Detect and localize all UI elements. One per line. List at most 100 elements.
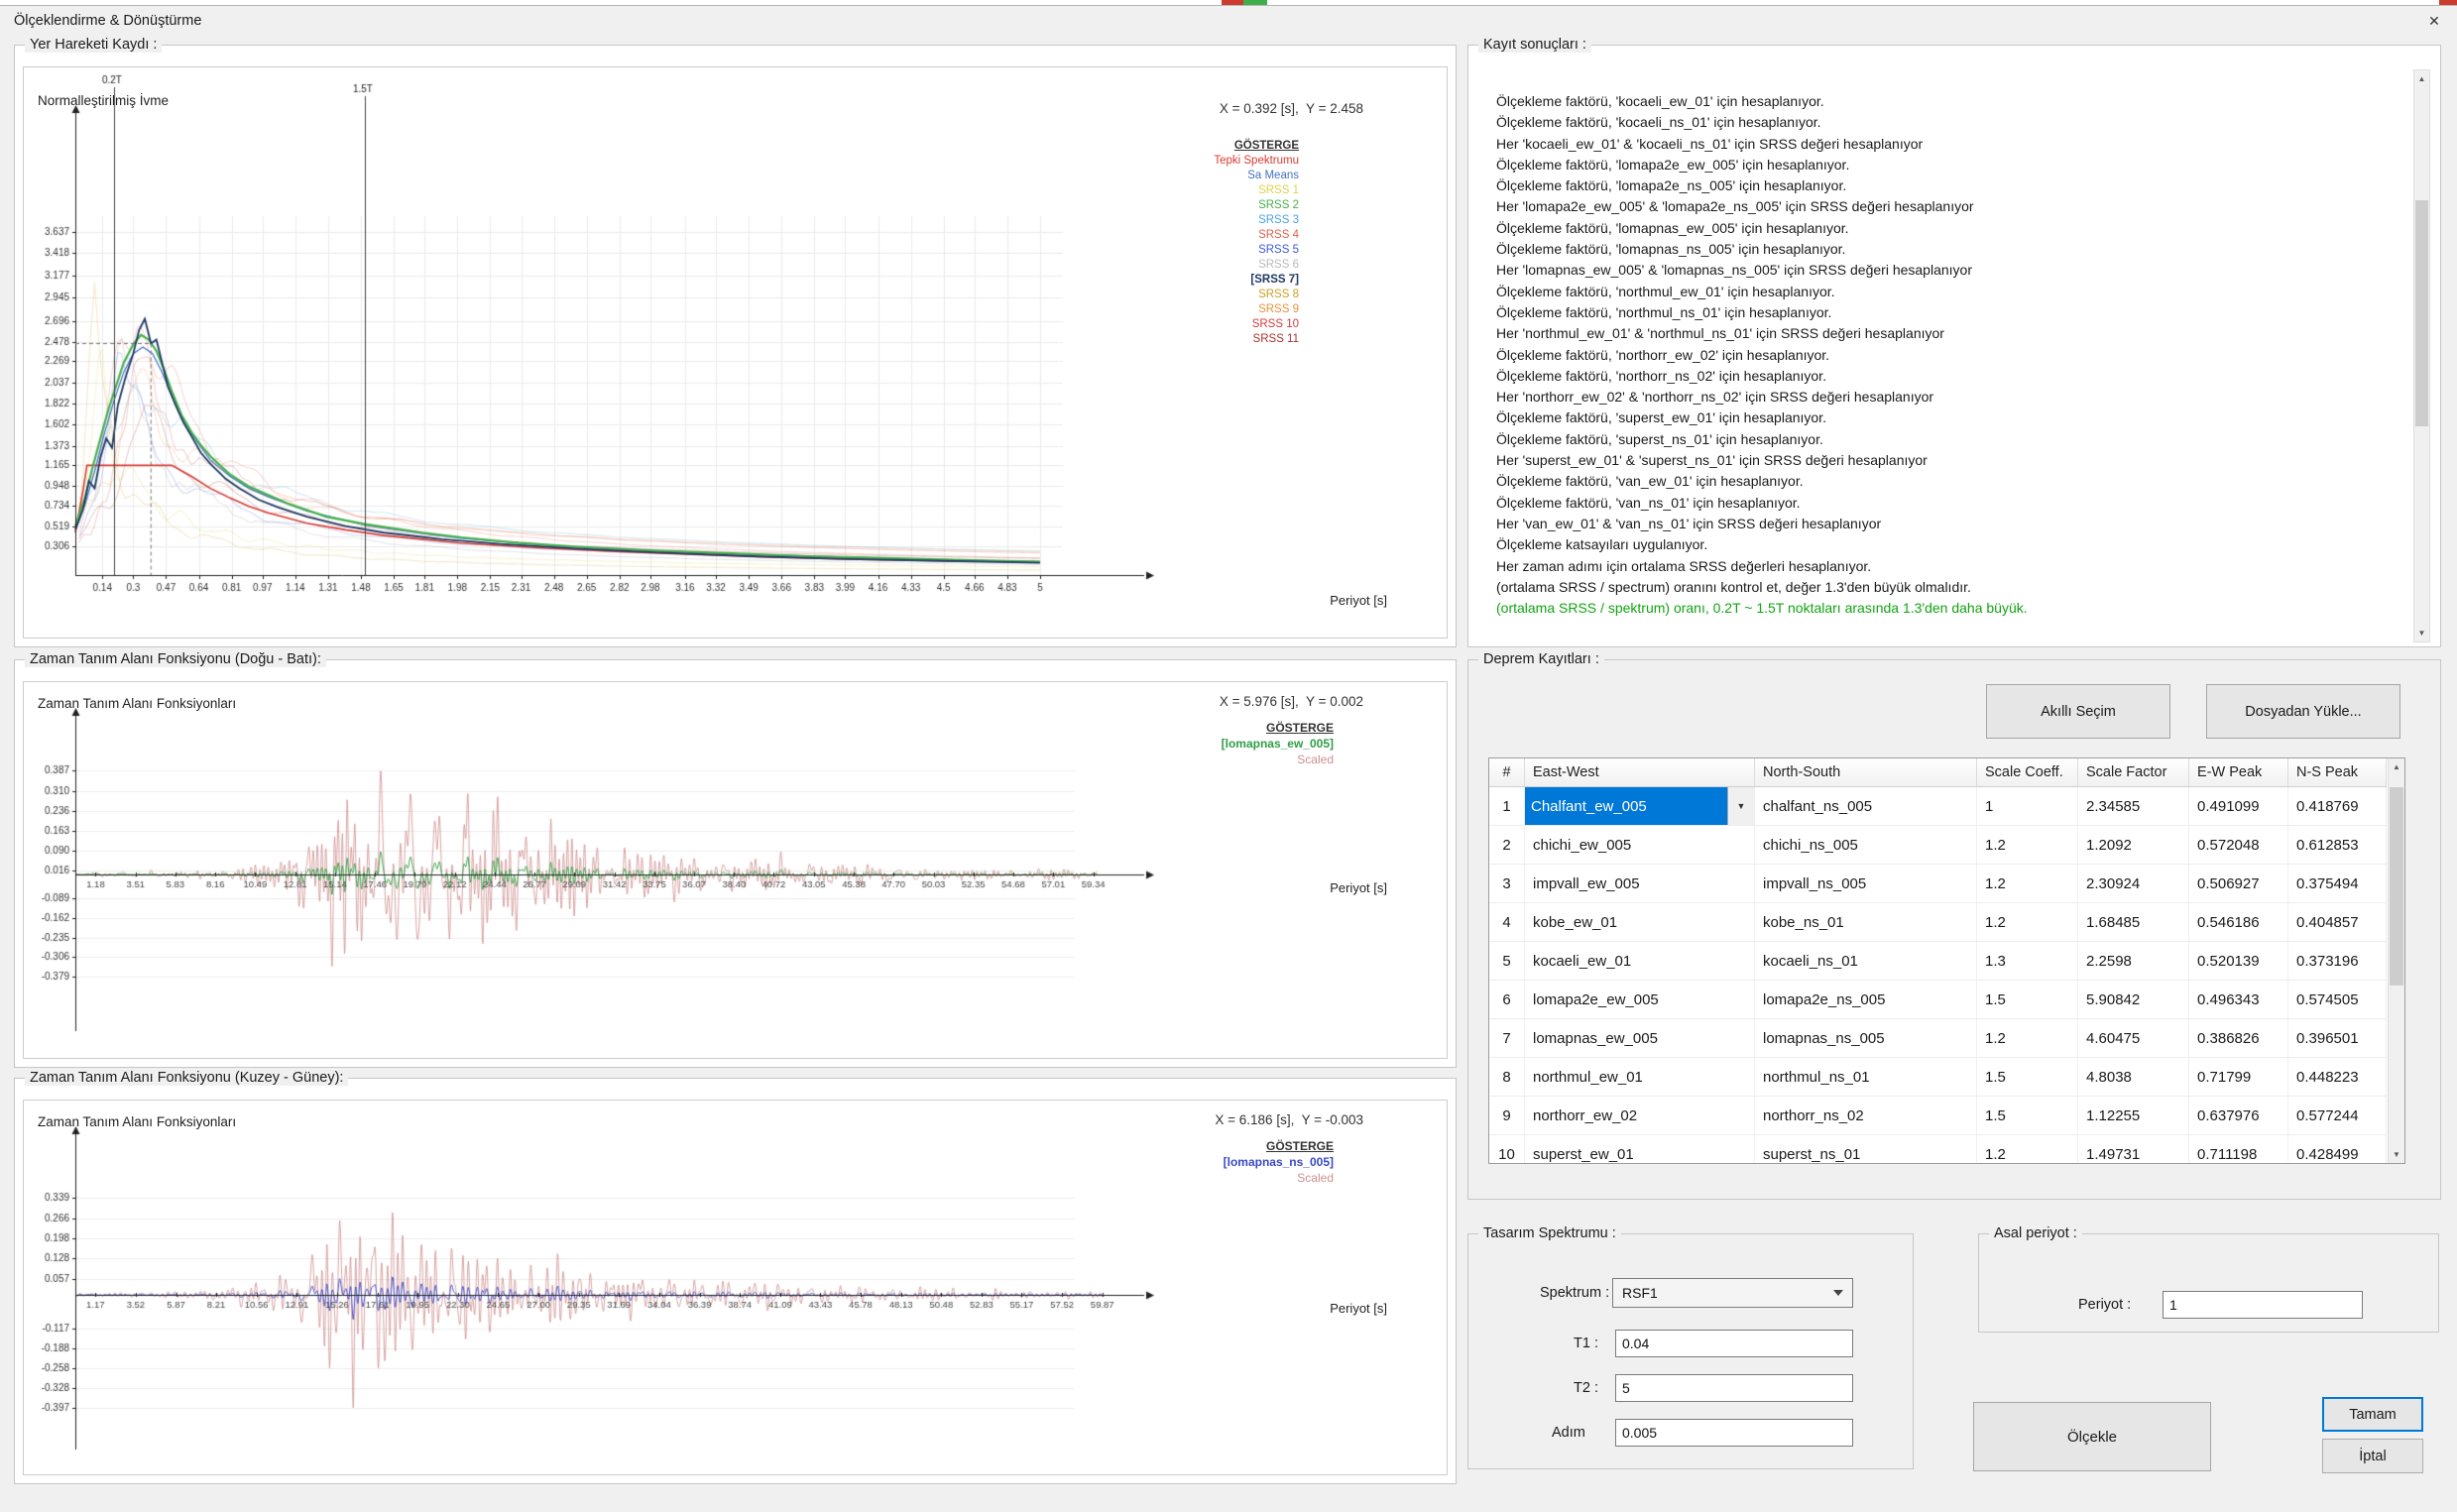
legend-entry[interactable]: SRSS 2	[1258, 198, 1299, 213]
cell-north-south[interactable]: superst_ns_01	[1755, 1135, 1977, 1163]
legend-entry[interactable]: SRSS 11	[1253, 332, 1299, 347]
smart-select-button[interactable]: Akıllı Seçim	[1986, 684, 2170, 739]
cell-east-west[interactable]: kobe_ew_01 ▼	[1525, 903, 1755, 941]
cell-scale-coeff[interactable]: 1.5	[1977, 1097, 2078, 1134]
cell-scale-coeff[interactable]: 1.2	[1977, 903, 2078, 941]
cell-ns-peak: 0.577244	[2288, 1097, 2387, 1134]
scroll-down-button[interactable]: ▼	[2389, 1146, 2404, 1163]
spectrum-select[interactable]: RSF1	[1612, 1278, 1853, 1308]
column-header[interactable]: E-W Peak	[2189, 758, 2288, 786]
cell-scale-factor: 4.60475	[2078, 1019, 2189, 1057]
close-button[interactable]: ✕	[2411, 6, 2457, 36]
log-group-title: Kayıt sonuçları :	[1478, 37, 1591, 53]
cell-east-west[interactable]: lomapnas_ew_005 ▼	[1525, 1019, 1755, 1057]
table-scrollbar[interactable]: ▲ ▼	[2388, 758, 2404, 1163]
cell-scale-coeff[interactable]: 1.2	[1977, 1019, 2078, 1057]
cancel-button[interactable]: İptal	[2322, 1439, 2423, 1473]
ok-button[interactable]: Tamam	[2322, 1397, 2423, 1432]
cell-scale-coeff[interactable]: 1.5	[1977, 981, 2078, 1018]
cell-east-west[interactable]: northmul_ew_01 ▼	[1525, 1058, 1755, 1096]
cell-north-south[interactable]: kocaeli_ns_01	[1755, 942, 1977, 980]
cell-scale-coeff[interactable]: 1.2	[1977, 865, 2078, 902]
column-header[interactable]: Scale Coeff.	[1977, 758, 2078, 786]
table-scrollbar-track[interactable]	[2389, 775, 2404, 1146]
scale-button[interactable]: Ölçekle	[1973, 1402, 2211, 1471]
scroll-up-button[interactable]: ▲	[2389, 758, 2404, 775]
legend-entry[interactable]: [lomapnas_ns_005]	[1224, 1154, 1334, 1170]
cell-north-south[interactable]: kobe_ns_01	[1755, 903, 1977, 941]
legend-entry[interactable]: SRSS 10	[1252, 317, 1299, 332]
log-scrollbar[interactable]: ▲ ▼	[2413, 69, 2430, 642]
cell-north-south[interactable]: lomapa2e_ns_005	[1755, 981, 1977, 1018]
table-row[interactable]: 8 northmul_ew_01 ▼ northmul_ns_01 1.5 4.…	[1489, 1058, 2387, 1097]
column-header[interactable]: N-S Peak	[2288, 758, 2387, 786]
cell-scale-coeff[interactable]: 1	[1977, 787, 2078, 825]
column-header[interactable]: North-South	[1755, 758, 1977, 786]
step-input[interactable]	[1615, 1419, 1853, 1447]
cell-scale-coeff[interactable]: 1.5	[1977, 1058, 2078, 1096]
cell-north-south[interactable]: northmul_ns_01	[1755, 1058, 1977, 1096]
cell-east-west[interactable]: kocaeli_ew_01 ▼	[1525, 942, 1755, 980]
cell-east-west[interactable]: impvall_ew_005 ▼	[1525, 865, 1755, 902]
log-list[interactable]: Ölçekleme faktörü, 'kocaeli_ew_01' için …	[1496, 91, 2397, 619]
log-scrollbar-thumb[interactable]	[2415, 200, 2428, 426]
t1-input[interactable]	[1615, 1330, 1853, 1357]
cell-north-south[interactable]: lomapnas_ns_005	[1755, 1019, 1977, 1057]
table-row[interactable]: 3 impvall_ew_005 ▼ impvall_ns_005 1.2 2.…	[1489, 865, 2387, 903]
cell-east-west-value: kobe_ew_01	[1533, 914, 1617, 931]
cell-scale-factor: 1.68485	[2078, 903, 2189, 941]
scroll-up-button[interactable]: ▲	[2414, 70, 2429, 87]
cell-east-west[interactable]: northorr_ew_02 ▼	[1525, 1097, 1755, 1134]
table-scrollbar-thumb[interactable]	[2390, 787, 2403, 986]
legend-entry[interactable]: SRSS 9	[1258, 302, 1299, 317]
cursor-readout: X = 6.186 [s], Y = -0.003	[1215, 1112, 1363, 1127]
log-scrollbar-track[interactable]	[2414, 87, 2429, 625]
legend-entry[interactable]: SRSS 8	[1258, 288, 1299, 302]
column-header[interactable]: #	[1489, 758, 1525, 786]
period-input[interactable]	[2163, 1291, 2363, 1319]
cell-north-south[interactable]: impvall_ns_005	[1755, 865, 1977, 902]
table-row[interactable]: 9 northorr_ew_02 ▼ northorr_ns_02 1.5 1.…	[1489, 1097, 2387, 1135]
cell-scale-coeff[interactable]: 1.3	[1977, 942, 2078, 980]
cell-scale-coeff[interactable]: 1.2	[1977, 1135, 2078, 1163]
table-row[interactable]: 1 Chalfant_ew_005 ▼ chalfant_ns_005 1 2.…	[1489, 787, 2387, 826]
legend-entry[interactable]: SRSS 3	[1258, 213, 1299, 228]
t2-input[interactable]	[1615, 1374, 1853, 1402]
cell-north-south[interactable]: chalfant_ns_005	[1755, 787, 1977, 825]
legend-entry[interactable]: SRSS 4	[1258, 228, 1299, 243]
cell-east-west[interactable]: Chalfant_ew_005 ▼	[1525, 787, 1755, 825]
cell-scale-coeff[interactable]: 1.2	[1977, 826, 2078, 864]
scroll-down-button[interactable]: ▼	[2414, 625, 2429, 641]
legend-entry[interactable]: SRSS 5	[1258, 243, 1299, 258]
table-row[interactable]: 5 kocaeli_ew_01 ▼ kocaeli_ns_01 1.3 2.25…	[1489, 942, 2387, 981]
table-row[interactable]: 10 superst_ew_01 ▼ superst_ns_01 1.2 1.4…	[1489, 1135, 2387, 1163]
load-from-file-button[interactable]: Dosyadan Yükle...	[2206, 684, 2400, 739]
cell-east-west[interactable]: superst_ew_01 ▼	[1525, 1135, 1755, 1163]
legend-entry[interactable]: SRSS 1	[1258, 183, 1299, 198]
table-row[interactable]: 2 chichi_ew_005 ▼ chichi_ns_005 1.2 1.20…	[1489, 826, 2387, 865]
dropdown-button[interactable]: ▼	[1727, 787, 1754, 825]
title-bar[interactable]: Ölçeklendirme & Dönüştürme ✕	[0, 6, 2457, 36]
cell-north-south[interactable]: chichi_ns_005	[1755, 826, 1977, 864]
cell-ns-peak: 0.574505	[2288, 981, 2387, 1018]
legend-entry[interactable]: SRSS 6	[1258, 258, 1299, 273]
legend-entry[interactable]: Tepki Spektrumu	[1214, 154, 1299, 169]
legend-entry[interactable]: [lomapnas_ew_005]	[1222, 736, 1334, 752]
cell-north-south[interactable]: northorr_ns_02	[1755, 1097, 1977, 1134]
time-history-ew-chart-title: Zaman Tanım Alanı Fonksiyonları	[38, 696, 236, 711]
log-line: Her 'northorr_ew_02' & 'northorr_ns_02' …	[1496, 387, 2397, 407]
legend-entry[interactable]: Scaled	[1297, 752, 1334, 767]
cell-ew-peak: 0.520139	[2189, 942, 2288, 980]
cell-east-west[interactable]: lomapa2e_ew_005 ▼	[1525, 981, 1755, 1018]
legend-entry[interactable]: [SRSS 7]	[1250, 273, 1299, 288]
table-row[interactable]: 4 kobe_ew_01 ▼ kobe_ns_01 1.2 1.68485 0.…	[1489, 903, 2387, 942]
column-header[interactable]: Scale Factor	[2078, 758, 2189, 786]
legend-entry[interactable]: Sa Means	[1247, 169, 1299, 183]
legend-entry[interactable]: Scaled	[1297, 1170, 1334, 1186]
screen: Ölçeklendirme & Dönüştürme ✕ Yer Hareket…	[0, 0, 2457, 1512]
table-row[interactable]: 7 lomapnas_ew_005 ▼ lomapnas_ns_005 1.2 …	[1489, 1019, 2387, 1058]
log-line: Her 'van_ew_01' & 'van_ns_01' için SRSS …	[1496, 514, 2397, 534]
column-header[interactable]: East-West	[1525, 758, 1755, 786]
table-row[interactable]: 6 lomapa2e_ew_005 ▼ lomapa2e_ns_005 1.5 …	[1489, 981, 2387, 1019]
cell-east-west[interactable]: chichi_ew_005 ▼	[1525, 826, 1755, 864]
